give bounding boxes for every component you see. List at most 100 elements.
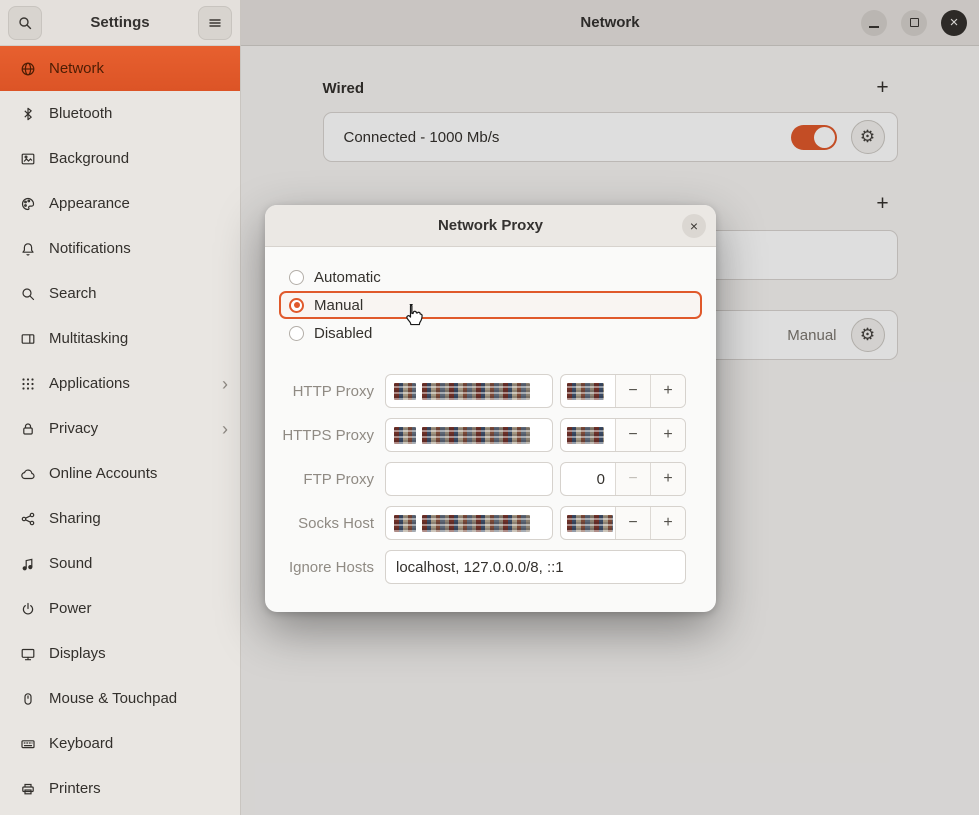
sidebar-item-online-accounts[interactable]: Online Accounts — [0, 451, 240, 496]
ignore-hosts-input[interactable]: localhost, 127.0.0.0/8, ::1 — [385, 550, 686, 584]
close-window-button[interactable]: × — [941, 10, 967, 36]
radio-label: Disabled — [314, 325, 372, 342]
sidebar-item-power[interactable]: Power — [0, 586, 240, 631]
minimize-button[interactable] — [861, 10, 887, 36]
sidebar-item-notifications[interactable]: Notifications — [0, 226, 240, 271]
radio-icon — [289, 270, 304, 285]
plus-icon: + — [876, 76, 888, 100]
ftp-proxy-input[interactable] — [385, 462, 553, 496]
wired-toggle[interactable] — [791, 125, 837, 150]
wired-settings-button[interactable]: ⚙ — [851, 120, 885, 154]
minus-icon: − — [628, 382, 637, 400]
main-headerbar: Network × — [241, 0, 979, 46]
sidebar-item-label: Mouse & Touchpad — [49, 690, 177, 707]
search-icon — [20, 286, 36, 302]
socks-host-input[interactable] — [385, 506, 553, 540]
https-port-spinbutton[interactable]: − + — [560, 418, 686, 452]
add-vpn-button[interactable]: + — [868, 189, 898, 219]
minus-icon: − — [628, 470, 637, 488]
http-port-spinbutton[interactable]: − + — [560, 374, 686, 408]
plus-icon: + — [663, 514, 672, 532]
redacted-value — [422, 383, 530, 400]
redacted-value — [567, 427, 604, 444]
search-button[interactable] — [8, 6, 42, 40]
network-icon — [20, 61, 36, 77]
sidebar-item-privacy[interactable]: Privacy › — [0, 406, 240, 451]
http-proxy-input[interactable] — [385, 374, 553, 408]
sidebar-item-background[interactable]: Background — [0, 136, 240, 181]
plus-icon: + — [876, 192, 888, 216]
sidebar-item-label: Background — [49, 150, 129, 167]
sidebar-item-appearance[interactable]: Appearance — [0, 181, 240, 226]
toggle-knob — [814, 127, 835, 148]
multitasking-icon — [20, 331, 36, 347]
proxy-mode-radio-group: Automatic Manual Disabled — [279, 263, 702, 347]
menu-button[interactable] — [198, 6, 232, 40]
share-icon — [20, 511, 36, 527]
sidebar-item-printers[interactable]: Printers — [0, 766, 240, 811]
increment-button[interactable]: + — [650, 507, 685, 539]
wired-connection-row: Connected - 1000 Mb/s ⚙ — [323, 112, 898, 162]
plus-icon: + — [663, 470, 672, 488]
sidebar-item-applications[interactable]: Applications › — [0, 361, 240, 406]
printer-icon — [20, 781, 36, 797]
https-proxy-label: HTTPS Proxy — [279, 427, 385, 444]
radio-label: Automatic — [314, 269, 381, 286]
ignore-hosts-label: Ignore Hosts — [279, 559, 385, 576]
sidebar-item-label: Sharing — [49, 510, 101, 527]
sidebar-item-label: Privacy — [49, 420, 98, 437]
sidebar-item-sound[interactable]: Sound — [0, 541, 240, 586]
sidebar-item-sharing[interactable]: Sharing — [0, 496, 240, 541]
wired-section-title: Wired — [323, 80, 365, 97]
proxy-mode-value: Manual — [787, 327, 836, 344]
minus-icon: − — [628, 426, 637, 444]
minus-icon: − — [628, 514, 637, 532]
sidebar-item-label: Network — [49, 60, 104, 77]
sidebar-item-label: Keyboard — [49, 735, 113, 752]
music-note-icon — [20, 556, 36, 572]
dialog-close-button[interactable]: × — [682, 214, 706, 238]
plus-icon: + — [663, 426, 672, 444]
redacted-value — [422, 515, 530, 532]
hamburger-icon — [207, 15, 223, 31]
proxy-settings-button[interactable]: ⚙ — [851, 318, 885, 352]
plus-icon: + — [663, 382, 672, 400]
increment-button[interactable]: + — [650, 463, 685, 495]
decrement-button[interactable]: − — [615, 419, 650, 451]
sidebar-item-multitasking[interactable]: Multitasking — [0, 316, 240, 361]
maximize-icon — [910, 18, 919, 27]
increment-button[interactable]: + — [650, 375, 685, 407]
socks-port-spinbutton[interactable]: − + — [560, 506, 686, 540]
sidebar-item-keyboard[interactable]: Keyboard — [0, 721, 240, 766]
sidebar-item-network[interactable]: Network — [0, 46, 240, 91]
sidebar-item-displays[interactable]: Displays — [0, 631, 240, 676]
decrement-button[interactable]: − — [615, 375, 650, 407]
sidebar-item-label: Printers — [49, 780, 101, 797]
increment-button[interactable]: + — [650, 419, 685, 451]
sidebar-item-label: Displays — [49, 645, 106, 662]
redacted-value — [394, 427, 416, 444]
radio-row-automatic[interactable]: Automatic — [279, 263, 702, 291]
add-wired-button[interactable]: + — [868, 73, 898, 103]
sidebar-item-mouse-touchpad[interactable]: Mouse & Touchpad — [0, 676, 240, 721]
https-proxy-input[interactable] — [385, 418, 553, 452]
sidebar-item-label: Applications — [49, 375, 130, 392]
sidebar-item-search[interactable]: Search — [0, 271, 240, 316]
radio-row-manual[interactable]: Manual — [279, 291, 702, 319]
radio-row-disabled[interactable]: Disabled — [279, 319, 702, 347]
dialog-title: Network Proxy — [438, 217, 543, 234]
chevron-right-icon: › — [222, 375, 228, 393]
close-icon: × — [690, 218, 698, 234]
decrement-button[interactable]: − — [615, 507, 650, 539]
wired-status-label: Connected - 1000 Mb/s — [344, 129, 500, 146]
maximize-button[interactable] — [901, 10, 927, 36]
close-icon: × — [950, 15, 959, 30]
decrement-button[interactable]: − — [615, 463, 650, 495]
radio-icon — [289, 326, 304, 341]
sidebar-item-bluetooth[interactable]: Bluetooth — [0, 91, 240, 136]
bluetooth-icon — [20, 106, 36, 122]
sidebar-item-label: Sound — [49, 555, 92, 572]
ftp-port-spinbutton[interactable]: 0 − + — [560, 462, 686, 496]
minimize-icon — [869, 26, 879, 28]
socks-host-label: Socks Host — [279, 515, 385, 532]
